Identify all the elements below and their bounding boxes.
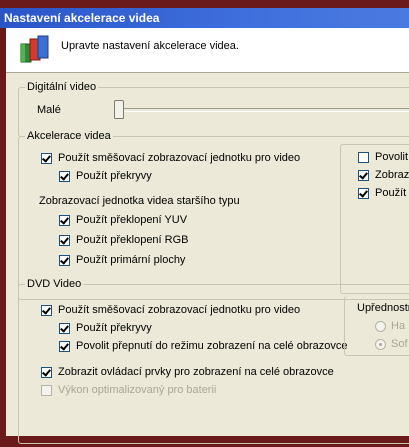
preference-option-1-radio[interactable] — [375, 321, 386, 332]
dvd-use-mixing-renderer-label[interactable]: Použít směšovací zobrazovací jednotku pr… — [58, 304, 300, 317]
right-option-3-label[interactable]: Použít — [375, 187, 406, 200]
header-description: Upravte nastavení akcelerace videa. — [61, 40, 239, 52]
use-mixing-renderer-checkbox[interactable] — [41, 153, 52, 164]
preference-option-2-label[interactable]: Sof — [391, 338, 408, 351]
battery-optimized-label[interactable]: Výkon optimalizovaný pro baterii — [58, 384, 216, 397]
use-rgb-flipping-label[interactable]: Použít překlopení RGB — [76, 234, 189, 247]
dialog-header: Upravte nastavení akcelerace videa. — [6, 28, 409, 73]
dvd-video-legend: DVD Video — [25, 278, 84, 291]
legacy-renderer-label: Zobrazovací jednotka videa staršího typu — [39, 195, 240, 207]
title-bar[interactable]: Nastavení akcelerace videa — [0, 8, 409, 28]
video-acceleration-extra-group: Povolit Zobraz Použít — [340, 144, 409, 294]
desktop-strip — [0, 0, 409, 8]
use-primary-surfaces-label[interactable]: Použít primární plochy — [76, 254, 185, 267]
preference-option-1-label[interactable]: Ha — [391, 320, 405, 333]
battery-optimized-checkbox[interactable] — [41, 385, 52, 396]
video-acceleration-icon — [20, 35, 49, 63]
right-option-2-checkbox[interactable] — [358, 170, 369, 181]
dialog-client: Upravte nastavení akcelerace videa. Digi… — [6, 28, 409, 444]
dvd-use-overlays-checkbox[interactable] — [59, 323, 70, 334]
show-controls-label[interactable]: Zobrazit ovládací prvky pro zobrazení na… — [58, 366, 334, 379]
dvd-preference-legend: Upřednostn — [357, 302, 409, 314]
use-rgb-flipping-checkbox[interactable] — [59, 235, 70, 246]
use-yuv-flipping-label[interactable]: Použít překlopení YUV — [76, 214, 187, 227]
use-primary-surfaces-checkbox[interactable] — [59, 255, 70, 266]
digital-video-legend: Digitální video — [25, 81, 99, 94]
size-slider-thumb[interactable] — [114, 100, 124, 119]
right-option-1-checkbox[interactable] — [358, 152, 369, 163]
size-label: Malé — [37, 104, 61, 116]
preference-option-2-radio[interactable] — [375, 339, 386, 350]
use-overlays-checkbox[interactable] — [59, 171, 70, 182]
dvd-use-mixing-renderer-checkbox[interactable] — [41, 305, 52, 316]
use-yuv-flipping-checkbox[interactable] — [59, 215, 70, 226]
size-slider-track[interactable] — [119, 108, 409, 112]
window-title: Nastavení akcelerace videa — [4, 11, 160, 25]
show-controls-checkbox[interactable] — [41, 367, 52, 378]
fullscreen-switch-checkbox[interactable] — [59, 341, 70, 352]
dvd-use-overlays-label[interactable]: Použít překryvy — [76, 322, 152, 335]
fullscreen-switch-label[interactable]: Povolit přepnutí do režimu zobrazení na … — [76, 340, 348, 353]
use-overlays-label[interactable]: Použít překryvy — [76, 170, 152, 183]
use-mixing-renderer-label[interactable]: Použít směšovací zobrazovací jednotku pr… — [58, 152, 300, 165]
right-option-3-checkbox[interactable] — [358, 188, 369, 199]
dvd-preference-group: Upřednostn Ha Sof — [344, 296, 409, 356]
video-acceleration-legend: Akcelerace videa — [25, 130, 113, 143]
dialog-window: Nastavení akcelerace videa Upravte nasta… — [0, 0, 409, 447]
right-option-1-label[interactable]: Povolit — [375, 151, 408, 164]
right-option-2-label[interactable]: Zobraz — [375, 169, 409, 182]
